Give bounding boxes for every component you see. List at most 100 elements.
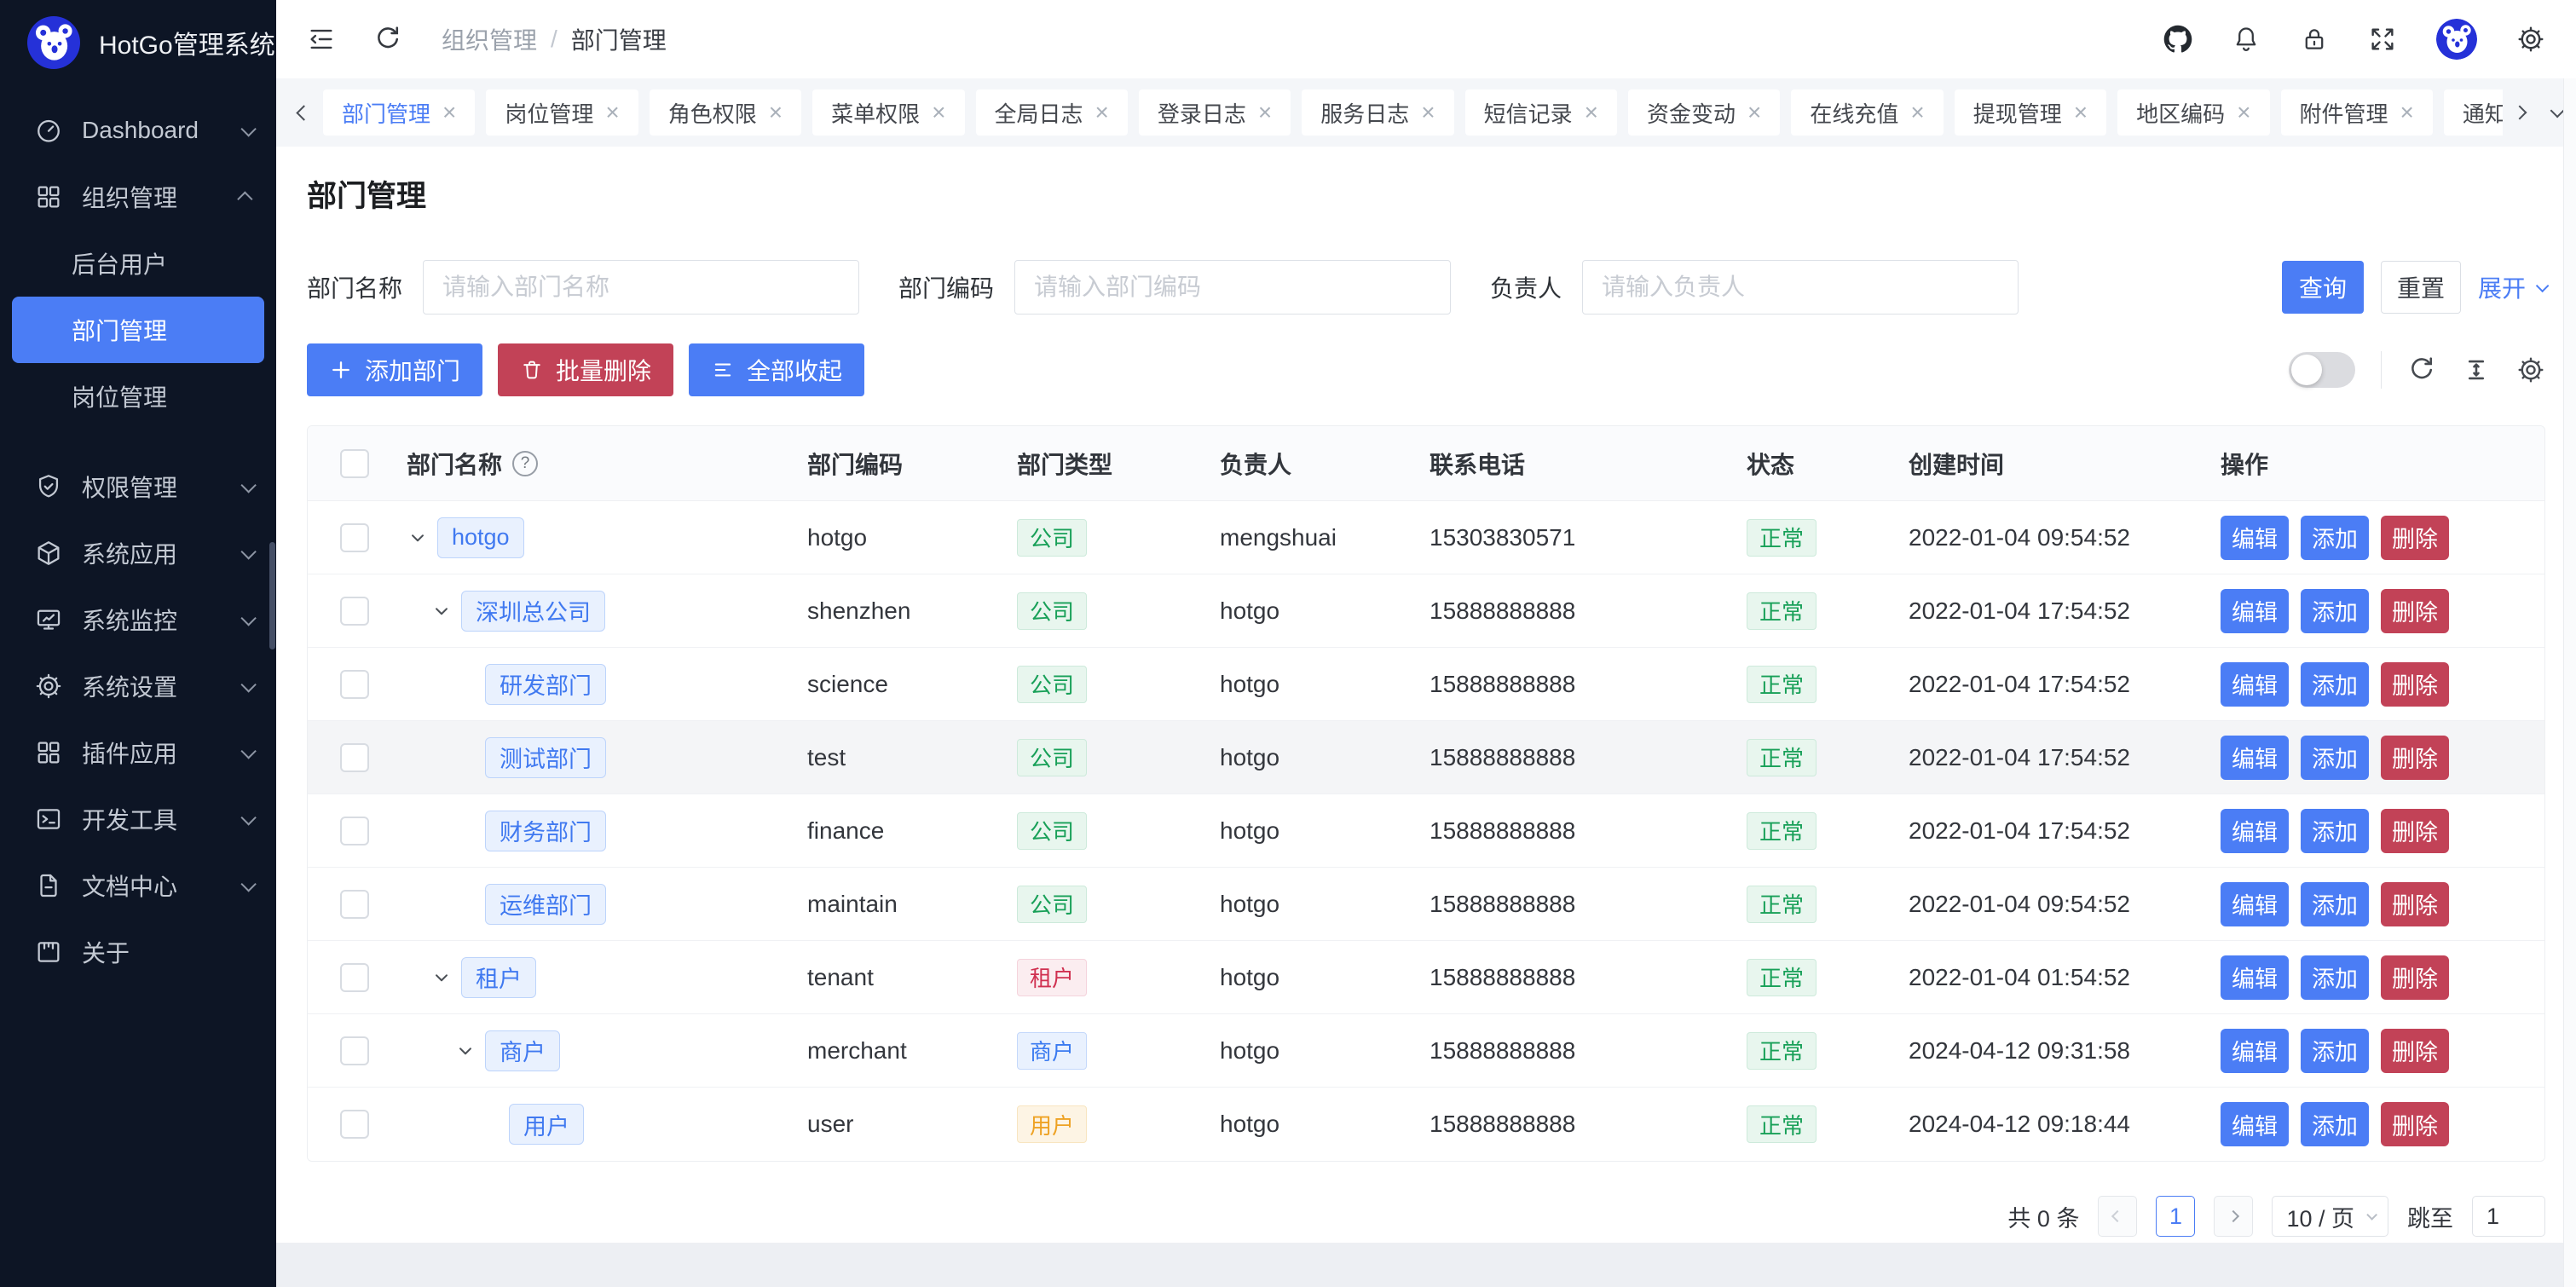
dept-name-tag[interactable]: 商户: [485, 1030, 560, 1071]
add-button[interactable]: 添加: [2301, 809, 2369, 853]
tab-close-icon[interactable]: [1747, 101, 1761, 124]
edit-button[interactable]: 编辑: [2221, 882, 2289, 926]
github-icon[interactable]: [2163, 25, 2192, 54]
column-settings-icon[interactable]: [2516, 355, 2545, 384]
lock-screen-icon[interactable]: [2300, 25, 2329, 54]
row-checkbox[interactable]: [340, 817, 369, 845]
edit-button[interactable]: 编辑: [2221, 1102, 2289, 1146]
expand-row-icon[interactable]: [407, 527, 429, 549]
user-avatar[interactable]: [2436, 19, 2477, 60]
dept-name-tag[interactable]: 租户: [461, 957, 536, 998]
add-button[interactable]: 添加: [2301, 589, 2369, 633]
dept-name-tag[interactable]: 测试部门: [485, 737, 606, 778]
tab-close-icon[interactable]: [1258, 101, 1272, 124]
tab[interactable]: 部门管理: [323, 89, 475, 136]
dept-name-tag[interactable]: 深圳总公司: [461, 591, 605, 632]
tab[interactable]: 地区编码: [2117, 89, 2269, 136]
dept-name-tag[interactable]: 用户: [509, 1104, 584, 1145]
row-checkbox[interactable]: [340, 1110, 369, 1139]
collapse-all-button[interactable]: 全部收起: [689, 343, 864, 396]
help-icon[interactable]: [512, 451, 538, 476]
tab-close-icon[interactable]: [442, 101, 456, 124]
expand-row-icon[interactable]: [454, 1040, 477, 1062]
edit-button[interactable]: 编辑: [2221, 589, 2289, 633]
add-button[interactable]: 添加: [2301, 882, 2369, 926]
tab[interactable]: 资金变动: [1628, 89, 1780, 136]
row-checkbox[interactable]: [340, 597, 369, 626]
tabs-scroll-right-icon[interactable]: [2513, 106, 2527, 120]
tab-close-icon[interactable]: [1910, 101, 1924, 124]
row-checkbox[interactable]: [340, 743, 369, 772]
row-checkbox[interactable]: [340, 890, 369, 919]
edit-button[interactable]: 编辑: [2221, 516, 2289, 560]
tab[interactable]: 角色权限: [650, 89, 801, 136]
add-dept-button[interactable]: 添加部门: [307, 343, 482, 396]
tab[interactable]: 短信记录: [1465, 89, 1617, 136]
filter-input[interactable]: [1582, 260, 2019, 315]
sidebar-scrollbar-thumb[interactable]: [269, 542, 275, 649]
notification-bell-icon[interactable]: [2232, 25, 2261, 54]
delete-button[interactable]: 删除: [2381, 1102, 2449, 1146]
tab[interactable]: 全局日志: [976, 89, 1128, 136]
tab-close-icon[interactable]: [932, 101, 945, 124]
tab-close-icon[interactable]: [1421, 101, 1435, 124]
delete-button[interactable]: 删除: [2381, 736, 2449, 780]
tab[interactable]: 服务日志: [1302, 89, 1453, 136]
sidebar-item-sys-monitor[interactable]: 系统监控: [0, 586, 276, 653]
dept-name-tag[interactable]: hotgo: [437, 517, 524, 558]
row-density-icon[interactable]: [2462, 355, 2491, 384]
expand-row-icon[interactable]: [430, 967, 453, 989]
edit-button[interactable]: 编辑: [2221, 1029, 2289, 1073]
dept-name-tag[interactable]: 运维部门: [485, 884, 606, 925]
sidebar-item-sys-app[interactable]: 系统应用: [0, 520, 276, 586]
tabs-scroll-left-icon[interactable]: [288, 107, 320, 118]
tab-close-icon[interactable]: [605, 101, 619, 124]
sidebar-item-sys-config[interactable]: 系统设置: [0, 653, 276, 719]
tab[interactable]: 登录日志: [1139, 89, 1291, 136]
tab-close-icon[interactable]: [1095, 101, 1109, 124]
sidebar-item-admin-users[interactable]: 后台用户: [0, 230, 276, 297]
tab-close-icon[interactable]: [2074, 101, 2088, 124]
sidebar-item-about[interactable]: 关于: [0, 919, 276, 985]
tab-close-icon[interactable]: [2237, 101, 2250, 124]
row-checkbox[interactable]: [340, 963, 369, 992]
row-checkbox[interactable]: [340, 523, 369, 552]
next-page-button[interactable]: [2214, 1196, 2253, 1237]
add-button[interactable]: 添加: [2301, 1029, 2369, 1073]
sidebar-item-doc-center[interactable]: 文档中心: [0, 852, 276, 919]
tab[interactable]: 附件管理: [2281, 89, 2433, 136]
batch-delete-button[interactable]: 批量删除: [498, 343, 673, 396]
stripe-toggle[interactable]: [2289, 352, 2355, 388]
delete-button[interactable]: 删除: [2381, 1029, 2449, 1073]
prev-page-button[interactable]: [2098, 1196, 2137, 1237]
delete-button[interactable]: 删除: [2381, 662, 2449, 707]
edit-button[interactable]: 编辑: [2221, 955, 2289, 1000]
add-button[interactable]: 添加: [2301, 736, 2369, 780]
sidebar-item-auth-manage[interactable]: 权限管理: [0, 453, 276, 520]
delete-button[interactable]: 删除: [2381, 809, 2449, 853]
dept-name-tag[interactable]: 财务部门: [485, 811, 606, 851]
expand-filters-link[interactable]: 展开: [2478, 270, 2545, 304]
tab-close-icon[interactable]: [769, 101, 783, 124]
page-size-select[interactable]: 10 / 页: [2272, 1196, 2388, 1237]
edit-button[interactable]: 编辑: [2221, 809, 2289, 853]
filter-input[interactable]: [1014, 260, 1451, 315]
tab[interactable]: 提现管理: [1955, 89, 2106, 136]
refresh-icon[interactable]: [373, 25, 402, 54]
add-button[interactable]: 添加: [2301, 516, 2369, 560]
select-all-checkbox[interactable]: [340, 449, 369, 478]
expand-row-icon[interactable]: [430, 600, 453, 622]
delete-button[interactable]: 删除: [2381, 589, 2449, 633]
filter-input[interactable]: [423, 260, 859, 315]
delete-button[interactable]: 删除: [2381, 882, 2449, 926]
tab[interactable]: 菜单权限: [812, 89, 964, 136]
delete-button[interactable]: 删除: [2381, 516, 2449, 560]
sidebar-item-addon-apps[interactable]: 插件应用: [0, 719, 276, 786]
app-logo[interactable]: HotGo管理系统: [0, 0, 276, 85]
sidebar-item-dept-manage[interactable]: 部门管理: [12, 297, 264, 363]
dept-name-tag[interactable]: 研发部门: [485, 664, 606, 705]
sidebar-item-dev-tools[interactable]: 开发工具: [0, 786, 276, 852]
add-button[interactable]: 添加: [2301, 662, 2369, 707]
search-button[interactable]: 查询: [2282, 261, 2364, 314]
tab[interactable]: 在线充值: [1791, 89, 1943, 136]
